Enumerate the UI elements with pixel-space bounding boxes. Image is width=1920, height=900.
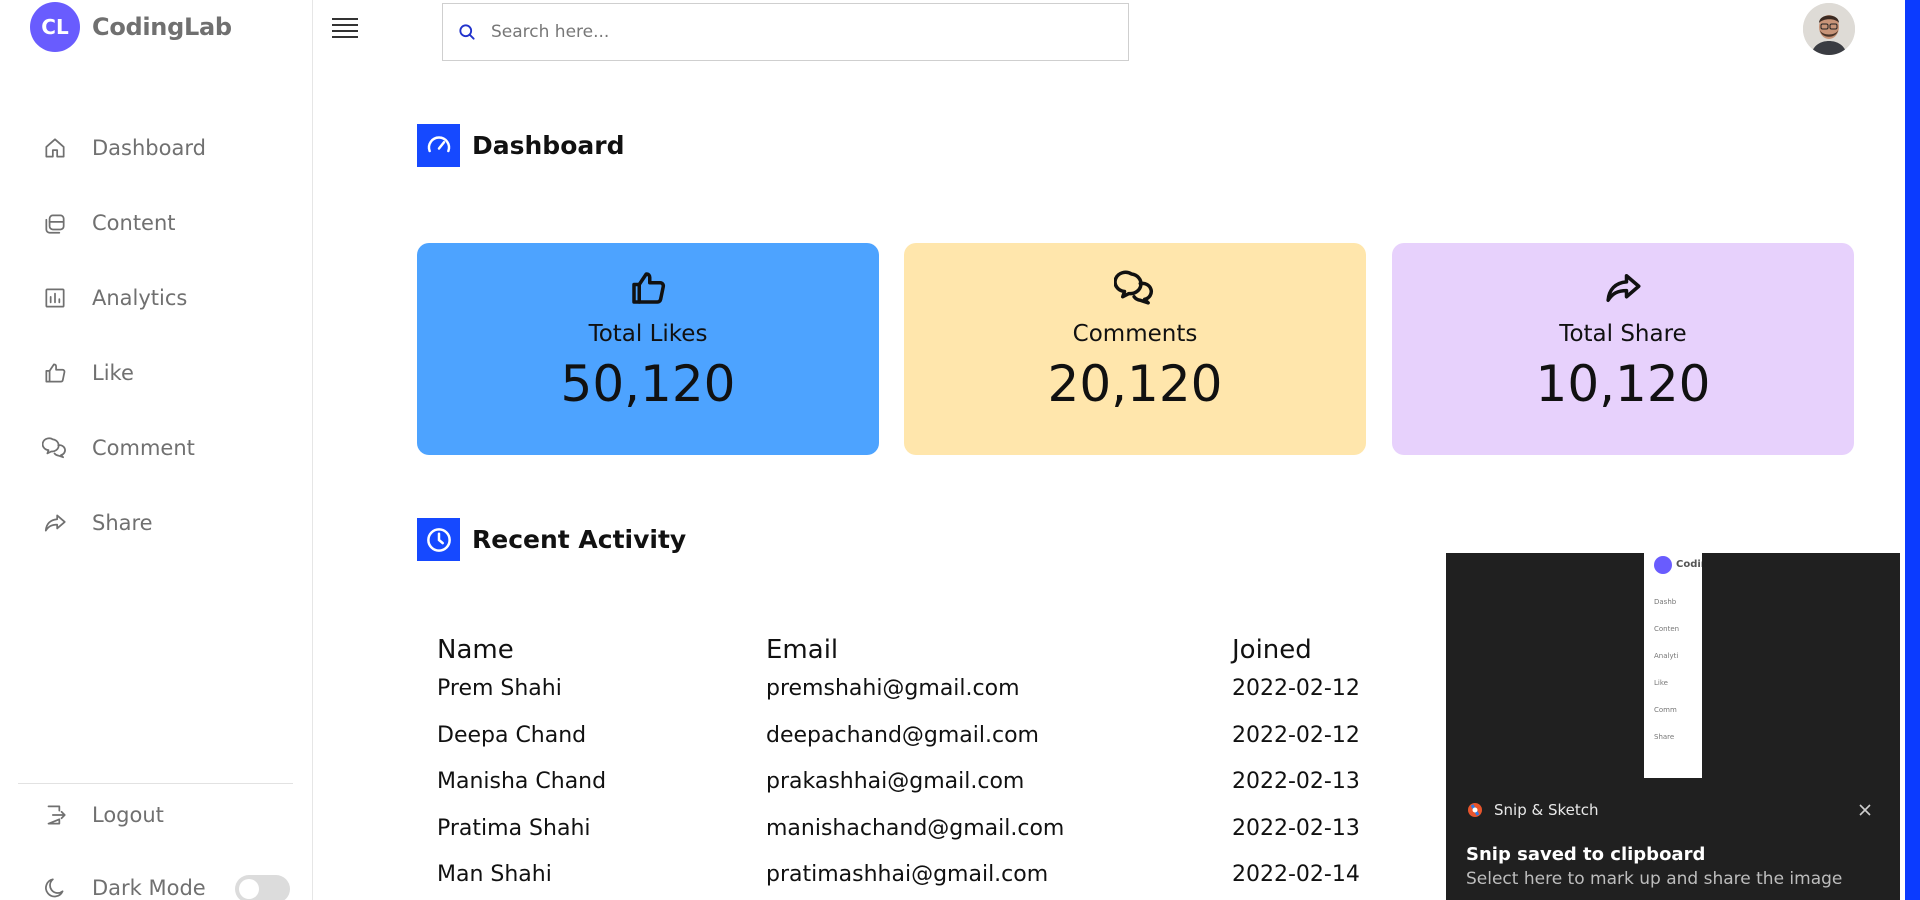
snip-sketch-icon: [1468, 803, 1482, 817]
table-cell: 2022-02-12: [1232, 676, 1360, 701]
thumb-item: Comm: [1654, 706, 1677, 714]
search-icon: [459, 24, 475, 40]
thumbs-up-icon: [632, 272, 666, 304]
table-cell: 2022-02-13: [1232, 815, 1360, 841]
snip-notification[interactable]: Codin Dashb Conten Analyti Like Comm Sha…: [1446, 553, 1900, 900]
table-cell: 2022-02-12: [1232, 722, 1360, 748]
stat-value: 20,120: [1047, 355, 1223, 413]
brand-name: CodingLab: [92, 13, 232, 41]
name-column: Name Prem Shahi Deepa Chand Manisha Chan…: [437, 635, 606, 900]
stat-value: 50,120: [560, 355, 736, 413]
user-photo: [1803, 3, 1855, 55]
thumb-item: Analyti: [1654, 652, 1679, 660]
thumb-item: Like: [1654, 679, 1668, 687]
logout-icon: [47, 805, 66, 825]
sidebar-item-label: Content: [92, 210, 176, 235]
table-cell: pratimashhai@gmail.com: [766, 862, 1049, 887]
thumb-logo: Codin: [1676, 559, 1702, 570]
close-icon: [1859, 804, 1871, 816]
sidebar-nav: Dashboard Content Analytics Like Comment…: [0, 110, 312, 560]
thumb-item: Dashb: [1654, 598, 1677, 606]
comments-icon: [1114, 270, 1154, 305]
sidebar-item-label: Share: [92, 510, 153, 535]
toast-app-row: Snip & Sketch: [1466, 801, 1599, 819]
snip-thumbnail[interactable]: Codin Dashb Conten Analyti Like Comm Sha…: [1644, 553, 1702, 778]
sidebar-item-label: Analytics: [92, 285, 188, 310]
dark-mode-row: Dark Mode: [0, 863, 312, 900]
sidebar-item-label: Dashboard: [92, 135, 206, 160]
dark-mode-toggle[interactable]: [235, 875, 290, 900]
table-cell: Prem Shahi: [437, 676, 562, 701]
sidebar-item-share[interactable]: Share: [0, 485, 312, 560]
brand-logo[interactable]: CL CodingLab: [30, 2, 232, 52]
stat-label: Total Share: [1559, 321, 1687, 347]
toast-body: Select here to mark up and share the ima…: [1466, 869, 1843, 889]
table-cell: manishachand@gmail.com: [766, 815, 1065, 841]
thumbs-up-icon: [45, 362, 66, 383]
table-cell: 2022-02-14: [1232, 862, 1360, 887]
sidebar-item-label: Like: [92, 360, 134, 385]
search-input[interactable]: [491, 22, 1091, 42]
thumb-item: Conten: [1654, 625, 1680, 633]
stat-card-share: Total Share 10,120: [1392, 243, 1854, 455]
close-button[interactable]: [1856, 801, 1874, 819]
brand-badge: CL: [30, 2, 80, 52]
email-column: Email premshahi@gmail.com deepachand@gma…: [766, 635, 1064, 900]
menu-icon[interactable]: [332, 18, 362, 44]
column-header: Joined: [1232, 635, 1312, 665]
stat-label: Comments: [1072, 321, 1198, 347]
stat-label: Total Likes: [588, 321, 708, 347]
gauge-icon: [417, 124, 460, 167]
recent-activity-heading: Recent Activity: [417, 518, 686, 561]
share-icon: [1606, 274, 1641, 302]
sidebar-divider: [18, 783, 293, 784]
stat-card-comments: Comments 20,120: [904, 243, 1366, 455]
table-cell: Deepa Chand: [437, 722, 587, 748]
clock-icon: [417, 518, 460, 561]
sidebar-item-like[interactable]: Like: [0, 335, 312, 410]
moon-icon: [45, 878, 64, 898]
search-bar[interactable]: [442, 3, 1129, 61]
sidebar-item-comment[interactable]: Comment: [0, 410, 312, 485]
thumb-item: Share: [1654, 733, 1675, 741]
sidebar-item-label: Comment: [92, 435, 195, 460]
sidebar: CL CodingLab Dashboard Content Analytics…: [0, 0, 313, 900]
share-icon: [44, 514, 66, 531]
home-icon: [45, 137, 65, 158]
section-title: Recent Activity: [472, 525, 687, 554]
files-icon: [45, 214, 65, 234]
table-cell: Pratima Shahi: [437, 815, 591, 841]
thumb-badge: [1654, 556, 1672, 574]
screen-edge: [1905, 0, 1920, 900]
table-cell: Manisha Chand: [437, 769, 607, 794]
stat-value: 10,120: [1535, 355, 1711, 413]
column-header: Name: [437, 635, 514, 665]
joined-column: Joined 2022-02-12 2022-02-12 2022-02-13 …: [1232, 635, 1360, 900]
logout-label: Logout: [92, 803, 164, 827]
dashboard-heading: Dashboard: [417, 124, 624, 167]
table-cell: premshahi@gmail.com: [766, 676, 1020, 701]
sidebar-item-analytics[interactable]: Analytics: [0, 260, 312, 335]
page-title: Dashboard: [472, 131, 625, 160]
dark-mode-label: Dark Mode: [92, 876, 206, 900]
stat-card-likes: Total Likes 50,120: [417, 243, 879, 455]
sidebar-item-dashboard[interactable]: Dashboard: [0, 110, 312, 185]
table-cell: Man Shahi: [437, 862, 552, 887]
toast-title: Snip saved to clipboard: [1466, 844, 1706, 865]
toggle-knob: [239, 879, 259, 899]
avatar[interactable]: [1803, 3, 1855, 55]
comments-icon: [42, 436, 66, 458]
table-cell: deepachand@gmail.com: [766, 722, 1039, 748]
table-cell: 2022-02-13: [1232, 769, 1360, 794]
table-cell: prakashhai@gmail.com: [766, 769, 1025, 794]
logout-button[interactable]: Logout: [0, 790, 312, 840]
toast-app-name: Snip & Sketch: [1494, 801, 1599, 819]
column-header: Email: [766, 635, 839, 665]
sidebar-item-content[interactable]: Content: [0, 185, 312, 260]
chart-icon: [45, 287, 65, 308]
